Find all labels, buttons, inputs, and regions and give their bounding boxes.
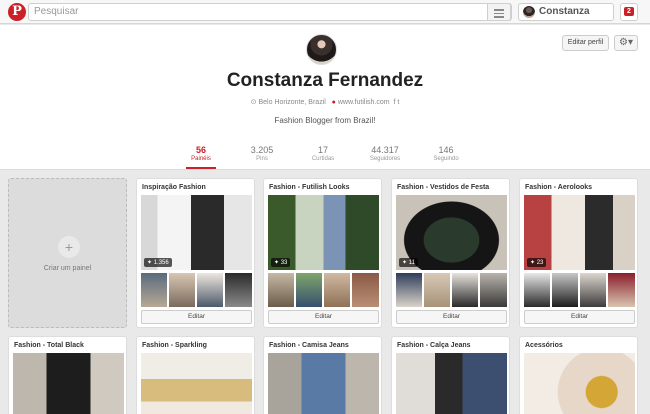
board-cover-image[interactable] (396, 353, 507, 414)
board-cover-image[interactable]: ✦ 33 (268, 195, 379, 270)
board-thumbnails (396, 273, 507, 307)
pin-count-badge: ✦ 23 (527, 258, 547, 267)
stat-number: 17 (317, 145, 328, 155)
board-cover-image[interactable]: ✦ 1.356 (141, 195, 252, 270)
plus-icon: + (58, 236, 80, 258)
board-cover-image[interactable]: ✦ 11 (396, 195, 507, 270)
board-card[interactable]: Fashion - Aerolooks ✦ 23 Editar (519, 178, 638, 328)
board-thumbnail[interactable] (452, 273, 478, 307)
profile-stats: 56 Painéis 3.205 Pins 17 Curtidas 44.317… (164, 145, 486, 163)
location-text: Belo Horizonte, Brazil (258, 99, 326, 106)
pin-count-badge: ✦ 11 (399, 258, 418, 267)
board-title: Fashion - Futilish Looks (269, 184, 350, 191)
board-thumbnail[interactable] (141, 273, 167, 307)
board-card[interactable]: Fashion - Sparkling (136, 336, 255, 414)
website-link[interactable]: www.futilish.com (338, 99, 390, 106)
stat-label: Seguidores (369, 156, 401, 162)
board-title: Fashion - Aerolooks (525, 184, 593, 191)
board-thumbnail[interactable] (608, 273, 635, 307)
board-title: Acessórios (525, 342, 563, 349)
board-cover-image[interactable] (141, 353, 252, 414)
board-thumbnail[interactable] (524, 273, 550, 307)
stat-boards[interactable]: 56 Painéis (171, 145, 231, 162)
stat-number: 56 (195, 145, 206, 155)
board-thumbnail[interactable] (552, 273, 578, 307)
facebook-icon[interactable]: f (393, 99, 395, 106)
board-cover-image[interactable] (524, 353, 635, 414)
profile-bio: Fashion Blogger from Brazil! (274, 116, 376, 125)
location-pin-icon: ⊙ (250, 99, 257, 106)
active-tab-indicator (186, 167, 216, 169)
board-cover-image[interactable]: ✦ 23 (524, 195, 635, 270)
board-card[interactable]: Inspiração Fashion ✦ 1.356 Editar (136, 178, 255, 328)
top-bar: P Pesquisar Constanza 2 (0, 0, 650, 24)
settings-gear-icon[interactable]: ⚙▾ (614, 35, 638, 51)
stat-label: Seguindo (433, 156, 459, 162)
twitter-icon[interactable]: t (397, 99, 399, 106)
edit-board-button[interactable]: Editar (141, 310, 252, 324)
board-cover-image[interactable] (13, 353, 124, 414)
board-thumbnail[interactable] (580, 273, 606, 307)
board-title: Fashion - Camisa Jeans (269, 342, 349, 349)
board-thumbnail[interactable] (324, 273, 350, 307)
board-thumbnail[interactable] (480, 273, 507, 307)
board-title: Fashion - Sparkling (142, 342, 207, 349)
avatar (523, 6, 535, 18)
stat-number: 44.317 (371, 145, 399, 155)
menu-icon[interactable] (487, 3, 511, 21)
profile-header: Editar perfil ⚙▾ Constanza Fernandez ⊙ B… (0, 25, 650, 170)
create-board-label: Criar um painel (43, 265, 92, 272)
board-thumbnail[interactable] (396, 273, 422, 307)
board-card[interactable]: Acessórios (519, 336, 638, 414)
board-thumbnails (268, 273, 379, 307)
board-thumbnail[interactable] (225, 273, 252, 307)
notification-count-badge: 2 (624, 7, 634, 16)
pin-count-badge: ✦ 1.356 (144, 258, 172, 267)
profile-avatar (306, 34, 337, 65)
stat-likes[interactable]: 17 Curtidas (293, 145, 353, 162)
pinterest-logo-icon[interactable]: P (8, 3, 26, 21)
board-thumbnail[interactable] (352, 273, 379, 307)
stat-pins[interactable]: 3.205 Pins (232, 145, 292, 162)
notifications-button[interactable]: 2 (620, 3, 638, 21)
board-thumbnail[interactable] (268, 273, 294, 307)
board-title: Fashion - Total Black (14, 342, 84, 349)
board-card[interactable]: Fashion - Total Black (8, 336, 127, 414)
stat-label: Painéis (191, 156, 211, 162)
board-thumbnail[interactable] (169, 273, 195, 307)
edit-board-button[interactable]: Editar (524, 310, 635, 324)
pin-count-badge: ✦ 33 (271, 258, 291, 267)
create-board-tile[interactable]: + Criar um painel (8, 178, 127, 328)
board-thumbnail[interactable] (296, 273, 322, 307)
board-cover-image[interactable] (268, 353, 379, 414)
edit-board-button[interactable]: Editar (396, 310, 507, 324)
edit-board-button[interactable]: Editar (268, 310, 379, 324)
stat-number: 3.205 (250, 145, 274, 155)
profile-meta: ⊙ Belo Horizonte, Brazil ● www.futilish.… (0, 98, 650, 106)
stat-followers[interactable]: 44.317 Seguidores (355, 145, 415, 162)
board-thumbnail[interactable] (424, 273, 450, 307)
user-button[interactable]: Constanza (518, 3, 614, 21)
board-card[interactable]: Fashion - Vestidos de Festa ✦ 11 Editar (391, 178, 510, 328)
stat-number: 146 (438, 145, 454, 155)
board-thumbnail[interactable] (197, 273, 223, 307)
stat-label: Curtidas (311, 156, 335, 162)
search-input[interactable]: Pesquisar (34, 6, 78, 17)
search-box[interactable]: Pesquisar (28, 3, 512, 21)
edit-profile-button[interactable]: Editar perfil (562, 35, 609, 51)
board-title: Fashion - Calça Jeans (397, 342, 471, 349)
user-name: Constanza (539, 6, 590, 17)
board-card[interactable]: Fashion - Calça Jeans (391, 336, 510, 414)
profile-name: Constanza Fernandez (226, 70, 424, 91)
board-thumbnails (524, 273, 635, 307)
board-card[interactable]: Fashion - Camisa Jeans (263, 336, 382, 414)
board-title: Fashion - Vestidos de Festa (397, 184, 490, 191)
stat-label: Pins (256, 156, 268, 162)
website-check-icon: ● (331, 99, 336, 106)
board-card[interactable]: Fashion - Futilish Looks ✦ 33 Editar (263, 178, 382, 328)
board-thumbnails (141, 273, 252, 307)
board-title: Inspiração Fashion (142, 184, 206, 191)
stat-following[interactable]: 146 Seguindo (416, 145, 476, 162)
